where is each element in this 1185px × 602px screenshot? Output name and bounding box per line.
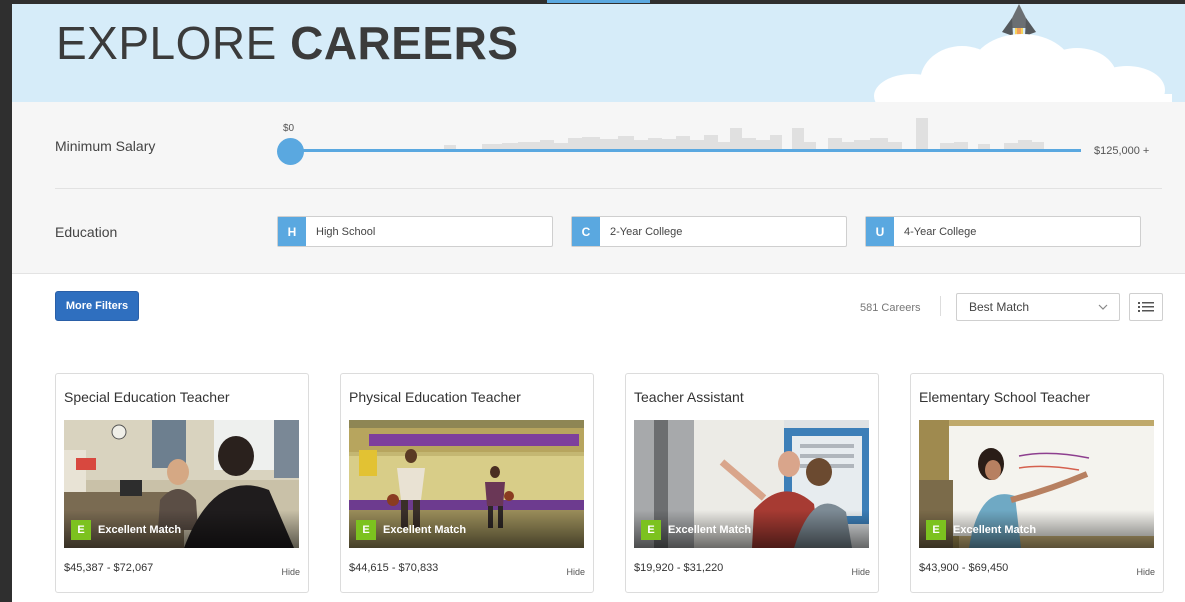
career-card[interactable]: Special Education Teacher E Excellent Ma… <box>55 373 309 593</box>
career-card-salary: $45,387 - $72,067 <box>64 562 154 574</box>
career-cards-grid: Special Education Teacher E Excellent Ma… <box>12 354 1185 602</box>
sort-select[interactable]: Best Match <box>956 293 1120 321</box>
match-label: Excellent Match <box>953 524 1037 536</box>
page-title: EXPLORE CAREERS <box>56 16 519 70</box>
career-card-title: Elementary School Teacher <box>919 389 1090 405</box>
career-card[interactable]: Teacher Assistant E Excellent Match $19,… <box>625 373 879 593</box>
hero-banner: EXPLORE CAREERS <box>12 4 1185 102</box>
career-card-image: E Excellent Match <box>64 420 299 548</box>
career-card-image: E Excellent Match <box>919 420 1154 548</box>
career-card-image: E Excellent Match <box>349 420 584 548</box>
match-badge: E <box>926 520 946 540</box>
salary-slider-handle[interactable] <box>277 138 304 165</box>
hide-card-button[interactable]: Hide <box>281 567 300 577</box>
career-card-salary: $19,920 - $31,220 <box>634 562 724 574</box>
education-option-label: 2-Year College <box>610 225 683 238</box>
career-card-salary: $44,615 - $70,833 <box>349 562 439 574</box>
filters-panel: Minimum Salary $0 $125,000 + Education H… <box>12 102 1185 274</box>
career-card[interactable]: Physical Education Teacher E Excellent M… <box>340 373 594 593</box>
salary-min-label: $0 <box>283 123 295 134</box>
education-letter-badge: U <box>866 217 894 246</box>
education-option-high-school[interactable]: H High School <box>277 216 553 247</box>
education-option-2-year-college[interactable]: C 2-Year College <box>571 216 847 247</box>
results-toolbar: More Filters 581 Careers Best Match <box>12 274 1185 354</box>
match-label: Excellent Match <box>668 524 752 536</box>
minimum-salary-label: Minimum Salary <box>55 138 156 154</box>
match-badge: E <box>71 520 91 540</box>
career-card-salary: $43,900 - $69,450 <box>919 562 1009 574</box>
explore-careers-page: EXPLORE CAREERS Minimum Salary $0 $125,0… <box>12 4 1185 602</box>
match-badge: E <box>641 520 661 540</box>
education-option-label: High School <box>316 225 376 238</box>
education-label: Education <box>55 224 118 240</box>
list-view-icon <box>1138 302 1154 312</box>
hide-card-button[interactable]: Hide <box>1136 567 1155 577</box>
cloud-icon <box>874 34 1172 102</box>
left-edge <box>0 0 12 602</box>
career-card-title: Physical Education Teacher <box>349 389 521 405</box>
match-label: Excellent Match <box>383 524 467 536</box>
career-card[interactable]: Elementary School Teacher E Excellent Ma… <box>910 373 1164 593</box>
education-option-4-year-college[interactable]: U 4-Year College <box>865 216 1141 247</box>
top-indicator <box>547 0 650 3</box>
hide-card-button[interactable]: Hide <box>851 567 870 577</box>
career-card-title: Special Education Teacher <box>64 389 230 405</box>
chevron-down-icon <box>1098 304 1108 310</box>
rocket-cloud-illustration <box>874 4 1172 102</box>
filter-divider <box>55 188 1162 189</box>
salary-histogram <box>444 118 1044 150</box>
education-letter-badge: H <box>278 217 306 246</box>
salary-slider-track[interactable] <box>290 149 1081 152</box>
sort-select-value: Best Match <box>969 300 1030 314</box>
list-view-toggle[interactable] <box>1129 293 1163 321</box>
education-option-label: 4-Year College <box>904 225 977 238</box>
page-title-bold: CAREERS <box>290 17 519 69</box>
match-badge: E <box>356 520 376 540</box>
hide-card-button[interactable]: Hide <box>566 567 585 577</box>
match-label: Excellent Match <box>98 524 182 536</box>
page-title-light: EXPLORE <box>56 17 277 69</box>
results-count: 581 Careers <box>860 302 921 314</box>
career-card-title: Teacher Assistant <box>634 389 744 405</box>
toolbar-separator <box>940 296 941 316</box>
salary-max-label: $125,000 + <box>1094 145 1150 157</box>
more-filters-button[interactable]: More Filters <box>55 291 139 321</box>
education-letter-badge: C <box>572 217 600 246</box>
career-card-image: E Excellent Match <box>634 420 869 548</box>
